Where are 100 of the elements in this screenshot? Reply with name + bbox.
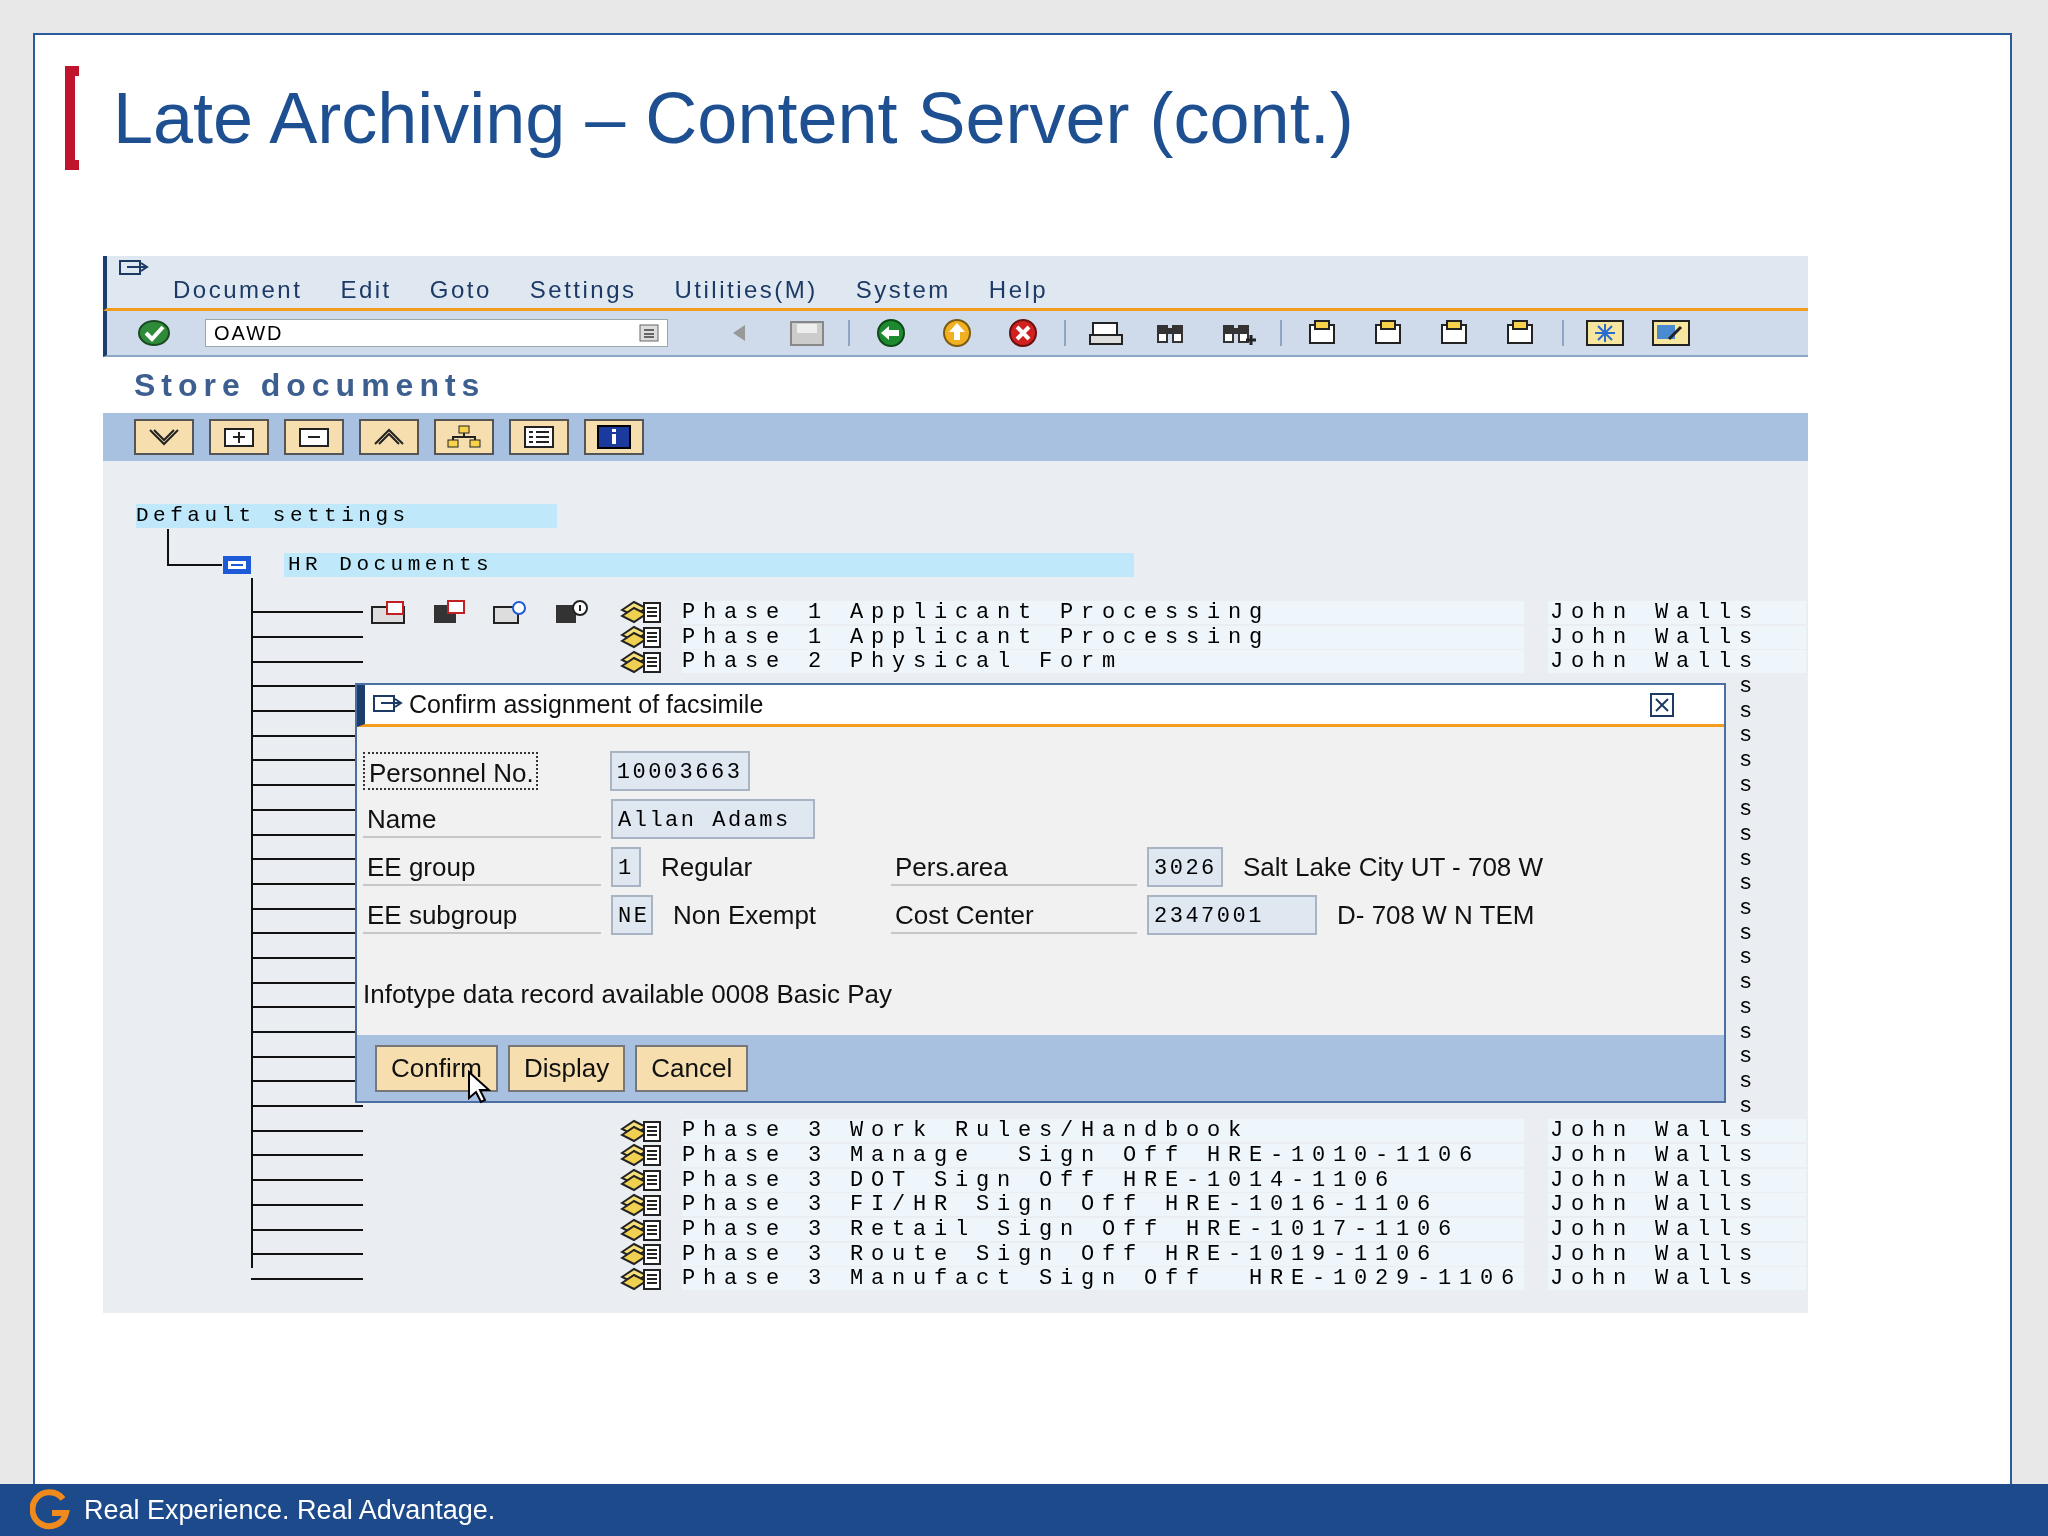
tool-button[interactable] [509, 419, 569, 455]
grid-icon[interactable] [1583, 317, 1627, 349]
field-text: Regular [661, 851, 753, 883]
field-label: Personnel No. [363, 752, 538, 790]
tree-node[interactable]: Default settings [136, 504, 557, 528]
document-stack-icon[interactable] [620, 1217, 662, 1242]
input-field[interactable]: Allan Adams [611, 799, 815, 839]
document-description[interactable]: Phase 3 Manage Sign Off HRE-1010-1106 [682, 1143, 1524, 1167]
owner-name: s [1739, 995, 1753, 1019]
menu-item[interactable]: Help [988, 276, 1049, 304]
owner-name: John Walls [1548, 1267, 1806, 1291]
owner-name: John Walls [1548, 600, 1806, 624]
input-field[interactable]: 3026 [1147, 847, 1223, 887]
menu-item[interactable]: Settings [529, 276, 637, 304]
owner-name: s [1739, 1045, 1753, 1069]
input-field[interactable]: 10003663 [609, 751, 750, 791]
slide-title: Late Archiving – Content Server (cont.) [113, 77, 1354, 159]
screen-title: Store documents [103, 357, 1808, 413]
owner-name: s [1739, 847, 1753, 871]
owner-name: s [1739, 872, 1753, 896]
dialog-button[interactable]: Display [508, 1044, 626, 1092]
owner-name: s [1739, 971, 1753, 995]
field-label: EE subgroup [363, 896, 601, 934]
document-stack-icon[interactable] [620, 649, 662, 674]
owner-name: s [1739, 823, 1753, 847]
owner-name: John Walls [1548, 1193, 1806, 1217]
owner-name: s [1739, 1094, 1753, 1118]
input-field[interactable]: 2347001 [1147, 895, 1317, 935]
dialog-button[interactable]: Confirm [375, 1044, 498, 1092]
menu-item[interactable]: Document [173, 276, 303, 304]
owner-name: s [1739, 674, 1753, 698]
field-label: EE group [363, 848, 601, 886]
info-icon [594, 424, 634, 450]
document-stack-icon[interactable] [620, 600, 662, 625]
owner-name: s [1739, 1069, 1753, 1093]
dialog-button[interactable]: Cancel [635, 1044, 749, 1092]
field-text: Salt Lake City UT - 708 W [1243, 851, 1544, 883]
field-label: Name [363, 800, 601, 838]
document-description[interactable]: Phase 3 DOT Sign Off HRE-1014-1106 [682, 1168, 1524, 1192]
document-description[interactable]: Phase 1 Applicant Processing [682, 625, 1524, 649]
owner-name: s [1739, 724, 1753, 748]
owner-name: John Walls [1548, 1218, 1806, 1242]
input-field[interactable]: 1 [611, 847, 641, 887]
close-icon[interactable] [1650, 692, 1674, 717]
document-stack-icon[interactable] [620, 1266, 662, 1291]
owner-name: s [1739, 897, 1753, 921]
document-description[interactable]: Phase 3 Manufact Sign Off HRE-1029-1106 [682, 1267, 1524, 1291]
document-stack-icon[interactable] [620, 1168, 662, 1193]
footer-tagline: Real Experience. Real Advantage. [84, 1494, 496, 1526]
document-description[interactable]: Phase 3 Route Sign Off HRE-1019-1106 [682, 1242, 1524, 1266]
document-description[interactable]: Phase 2 Physical Form [682, 650, 1524, 674]
owner-name: s [1739, 921, 1753, 945]
owner-name: s [1739, 748, 1753, 772]
document-stack-icon[interactable] [620, 1242, 662, 1267]
document-stack-icon[interactable] [620, 1143, 662, 1168]
check-icon[interactable] [137, 318, 171, 348]
tool-button[interactable] [359, 419, 419, 455]
field-text: D- 708 W N TEM [1337, 899, 1535, 931]
field-text: Non Exempt [673, 899, 817, 931]
document-stack-icon[interactable] [620, 1118, 662, 1143]
field-label: Pers.area [891, 848, 1137, 886]
document-description[interactable]: Phase 3 FI/HR Sign Off HRE-1016-1106 [682, 1193, 1524, 1217]
owner-name: John Walls [1548, 1143, 1806, 1167]
tree-node[interactable]: HR Documents [284, 553, 1134, 577]
document-stack-icon[interactable] [620, 625, 662, 650]
menu-item[interactable]: Goto [429, 276, 492, 304]
message-text: Infotype data record available 0008 Basic Pay [363, 979, 893, 1010]
hierarchy-icon [444, 424, 484, 450]
document-description[interactable]: Phase 3 Retail Sign Off HRE-1017-1106 [682, 1218, 1524, 1242]
owner-name: s [1739, 699, 1753, 723]
owner-name: s [1739, 773, 1753, 797]
document-description[interactable]: Phase 3 Work Rules/Handbook [682, 1119, 1524, 1143]
menu-item[interactable]: Utilities(M) [674, 276, 818, 304]
owner-name: John Walls [1548, 1119, 1806, 1143]
window-icon [373, 694, 403, 715]
owner-name: s [1739, 1020, 1753, 1044]
owner-name: s [1739, 798, 1753, 822]
tool-button[interactable] [209, 419, 269, 455]
dialog-title: Confirm assignment of facsimile [409, 690, 764, 719]
dropdown-icon[interactable] [639, 324, 659, 342]
field-label: Cost Center [891, 896, 1137, 934]
input-field[interactable]: NE [611, 895, 653, 935]
logo-icon [30, 1489, 70, 1531]
tool-button[interactable] [434, 419, 494, 455]
menu-item[interactable]: System [855, 276, 951, 304]
window-icon[interactable] [1649, 317, 1693, 349]
owner-name: John Walls [1548, 650, 1806, 674]
owner-name: s [1739, 946, 1753, 970]
tool-button[interactable] [284, 419, 344, 455]
owner-name: John Walls [1548, 625, 1806, 649]
menu-item[interactable]: Edit [340, 276, 392, 304]
command-field[interactable]: OAWD [205, 319, 668, 347]
owner-name: John Walls [1548, 1242, 1806, 1266]
owner-name: John Walls [1548, 1168, 1806, 1192]
document-stack-icon[interactable] [620, 1192, 662, 1217]
document-description[interactable]: Phase 1 Applicant Processing [682, 600, 1524, 624]
folder-icon[interactable] [222, 555, 252, 575]
menu-icon[interactable] [119, 260, 149, 278]
tool-button[interactable] [584, 419, 644, 455]
tool-button[interactable] [134, 419, 194, 455]
